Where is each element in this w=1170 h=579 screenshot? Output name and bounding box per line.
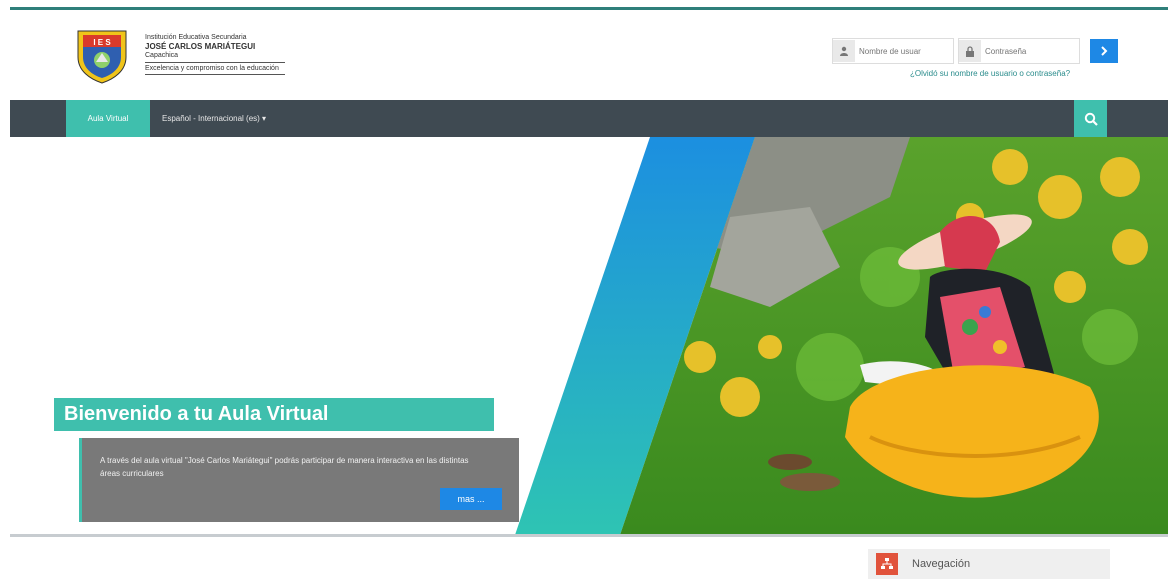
sitemap-icon xyxy=(876,553,898,575)
school-logo[interactable]: I E S xyxy=(74,27,130,85)
institution-tagline: Excelencia y compromiso con la educación xyxy=(145,62,285,75)
institution-line1: Institución Educativa Secundaria xyxy=(145,34,247,41)
more-button[interactable]: mas ... xyxy=(440,488,502,510)
search-button[interactable] xyxy=(1074,100,1107,137)
login-submit-button[interactable] xyxy=(1090,39,1118,63)
hero-divider xyxy=(10,534,1168,537)
username-input[interactable] xyxy=(855,41,953,61)
logo-letters: I E S xyxy=(93,38,111,47)
login-form xyxy=(832,38,1118,64)
main-navbar: Aula Virtual Español - Internacional (es… xyxy=(10,100,1168,137)
password-field xyxy=(958,38,1080,64)
navigation-block: Navegación xyxy=(868,549,1110,579)
brand-text: Institución Educativa Secundaria JOSÉ CA… xyxy=(145,33,285,75)
password-input[interactable] xyxy=(981,41,1079,61)
nav-home-link[interactable]: Aula Virtual xyxy=(66,100,150,137)
user-icon xyxy=(833,40,855,62)
username-field xyxy=(832,38,954,64)
institution-name: JOSÉ CARLOS MARIÁTEGUI xyxy=(145,42,256,51)
hero-description: A través del aula virtual "José Carlos M… xyxy=(100,456,469,478)
lock-icon xyxy=(959,40,981,62)
language-menu[interactable]: Español - Internacional (es) ▾ xyxy=(162,100,266,137)
chevron-right-icon xyxy=(1101,46,1108,56)
hero-title: Bienvenido a tu Aula Virtual xyxy=(54,398,494,431)
search-icon xyxy=(1084,112,1098,126)
navigation-block-title[interactable]: Navegación xyxy=(912,558,970,570)
forgot-password-link[interactable]: ¿Olvidó su nombre de usuario o contraseñ… xyxy=(910,69,1070,78)
top-border xyxy=(10,7,1168,10)
institution-location: Capachica xyxy=(145,52,179,59)
